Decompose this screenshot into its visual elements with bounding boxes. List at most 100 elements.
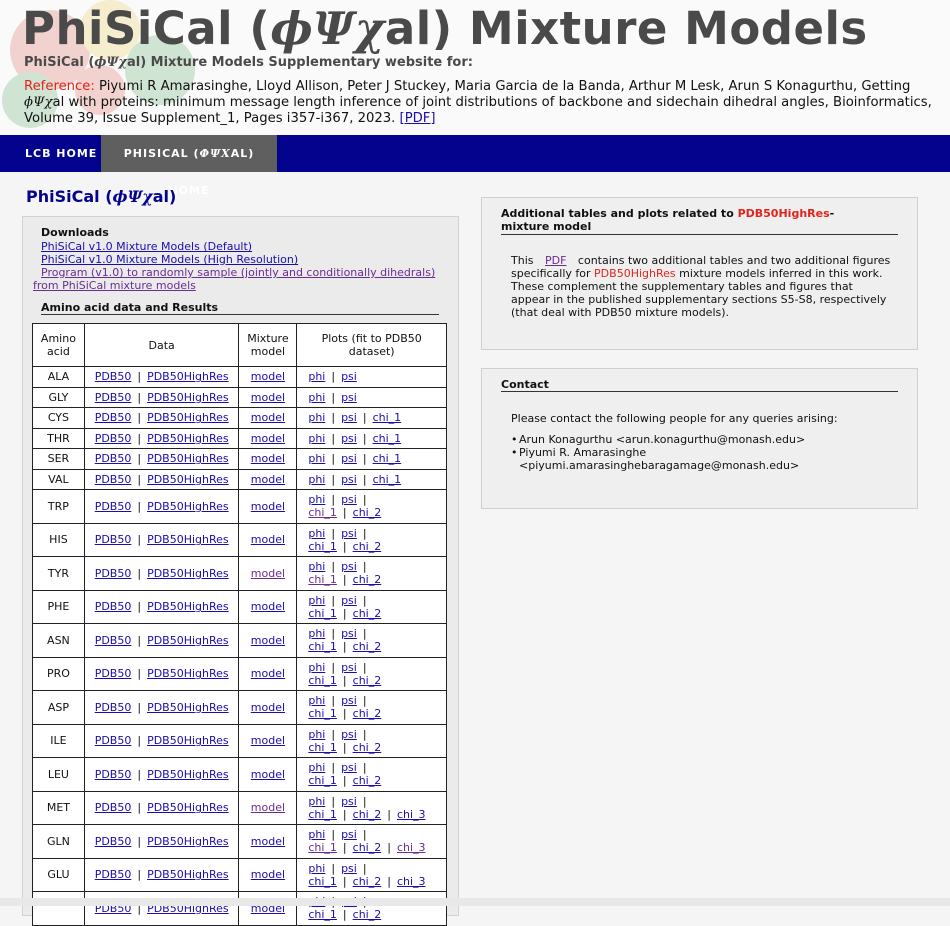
pdb50highres-link[interactable]: PDB50HighRes <box>147 600 229 613</box>
model-link[interactable]: model <box>251 701 285 714</box>
chi1-plot-link[interactable]: chi_1 <box>373 452 402 465</box>
pdb50-link[interactable]: PDB50 <box>95 634 132 647</box>
pdb50-link[interactable]: PDB50 <box>95 768 132 781</box>
phi-plot-link[interactable]: phi <box>308 527 325 540</box>
pdb50-link[interactable]: PDB50 <box>95 701 132 714</box>
phi-plot-link[interactable]: phi <box>308 661 325 674</box>
pdb50highres-link[interactable]: PDB50HighRes <box>147 391 229 404</box>
reference-pdf-link[interactable]: [PDF] <box>400 111 436 126</box>
model-link[interactable]: model <box>251 600 285 613</box>
chi3-plot-link[interactable]: chi_3 <box>397 841 426 854</box>
pdb50highres-link[interactable]: PDB50HighRes <box>147 701 229 714</box>
pdb50highres-link[interactable]: PDB50HighRes <box>147 432 229 445</box>
psi-plot-link[interactable]: psi <box>341 560 357 573</box>
chi2-plot-link[interactable]: chi_2 <box>353 707 382 720</box>
pdb50-link[interactable]: PDB50 <box>95 533 132 546</box>
download-default-link[interactable]: PhiSiCal v1.0 Mixture Models (Default) <box>41 240 252 253</box>
pdb50-link[interactable]: PDB50 <box>95 391 132 404</box>
chi2-plot-link[interactable]: chi_2 <box>353 774 382 787</box>
psi-plot-link[interactable]: psi <box>341 370 357 383</box>
model-link[interactable]: model <box>251 432 285 445</box>
chi2-plot-link[interactable]: chi_2 <box>353 640 382 653</box>
model-link[interactable]: model <box>251 835 285 848</box>
model-link[interactable]: model <box>251 567 285 580</box>
chi3-plot-link[interactable]: chi_3 <box>397 808 426 821</box>
phi-plot-link[interactable]: phi <box>308 473 325 486</box>
model-link[interactable]: model <box>251 768 285 781</box>
chi2-plot-link[interactable]: chi_2 <box>353 875 382 888</box>
phi-plot-link[interactable]: phi <box>308 828 325 841</box>
model-link[interactable]: model <box>251 500 285 513</box>
model-link[interactable]: model <box>251 473 285 486</box>
chi1-plot-link[interactable]: chi_1 <box>308 640 337 653</box>
chi2-plot-link[interactable]: chi_2 <box>353 908 382 921</box>
chi1-plot-link[interactable]: chi_1 <box>373 432 402 445</box>
psi-plot-link[interactable]: psi <box>341 473 357 486</box>
model-link[interactable]: model <box>251 634 285 647</box>
psi-plot-link[interactable]: psi <box>341 527 357 540</box>
pdb50highres-link[interactable]: PDB50HighRes <box>147 370 229 383</box>
chi2-plot-link[interactable]: chi_2 <box>353 841 382 854</box>
phi-plot-link[interactable]: phi <box>308 452 325 465</box>
model-link[interactable]: model <box>251 533 285 546</box>
model-link[interactable]: model <box>251 370 285 383</box>
chi1-plot-link[interactable]: chi_1 <box>373 473 402 486</box>
model-link[interactable]: model <box>251 734 285 747</box>
chi1-plot-link[interactable]: chi_1 <box>308 707 337 720</box>
pdb50highres-link[interactable]: PDB50HighRes <box>147 835 229 848</box>
pdb50-link[interactable]: PDB50 <box>95 432 132 445</box>
pdb50-link[interactable]: PDB50 <box>95 452 132 465</box>
phi-plot-link[interactable]: phi <box>308 594 325 607</box>
psi-plot-link[interactable]: psi <box>341 728 357 741</box>
pdb50highres-link[interactable]: PDB50HighRes <box>147 411 229 424</box>
model-link[interactable]: model <box>251 452 285 465</box>
phi-plot-link[interactable]: phi <box>308 694 325 707</box>
chi2-plot-link[interactable]: chi_2 <box>353 741 382 754</box>
pdb50highres-link[interactable]: PDB50HighRes <box>147 868 229 881</box>
chi1-plot-link[interactable]: chi_1 <box>308 808 337 821</box>
pdb50highres-link[interactable]: PDB50HighRes <box>147 473 229 486</box>
psi-plot-link[interactable]: psi <box>341 627 357 640</box>
chi1-plot-link[interactable]: chi_1 <box>308 674 337 687</box>
phi-plot-link[interactable]: phi <box>308 391 325 404</box>
chi2-plot-link[interactable]: chi_2 <box>353 808 382 821</box>
chi1-plot-link[interactable]: chi_1 <box>308 506 337 519</box>
pdb50highres-link[interactable]: PDB50HighRes <box>147 452 229 465</box>
phi-plot-link[interactable]: phi <box>308 795 325 808</box>
pdb50-link[interactable]: PDB50 <box>95 667 132 680</box>
pdb50highres-link[interactable]: PDB50HighRes <box>147 801 229 814</box>
highres-pdf-link[interactable]: PDF <box>545 254 566 267</box>
model-link[interactable]: model <box>251 411 285 424</box>
chi2-plot-link[interactable]: chi_2 <box>353 573 382 586</box>
chi1-plot-link[interactable]: chi_1 <box>308 908 337 921</box>
phi-plot-link[interactable]: phi <box>308 370 325 383</box>
download-highres-link[interactable]: PhiSiCal v1.0 Mixture Models (High Resol… <box>41 253 298 266</box>
pdb50-link[interactable]: PDB50 <box>95 801 132 814</box>
pdb50highres-link[interactable]: PDB50HighRes <box>147 634 229 647</box>
chi2-plot-link[interactable]: chi_2 <box>353 540 382 553</box>
phi-plot-link[interactable]: phi <box>308 627 325 640</box>
download-program-link-cont[interactable]: from PhiSiCal mixture models <box>33 279 196 292</box>
psi-plot-link[interactable]: psi <box>341 432 357 445</box>
chi1-plot-link[interactable]: chi_1 <box>308 540 337 553</box>
psi-plot-link[interactable]: psi <box>341 694 357 707</box>
psi-plot-link[interactable]: psi <box>341 452 357 465</box>
pdb50-link[interactable]: PDB50 <box>95 835 132 848</box>
phi-plot-link[interactable]: phi <box>308 432 325 445</box>
chi1-plot-link[interactable]: chi_1 <box>308 875 337 888</box>
pdb50-link[interactable]: PDB50 <box>95 411 132 424</box>
psi-plot-link[interactable]: psi <box>341 594 357 607</box>
chi2-plot-link[interactable]: chi_2 <box>353 674 382 687</box>
download-program-link[interactable]: Program (v1.0) to randomly sample (joint… <box>41 266 435 279</box>
phi-plot-link[interactable]: phi <box>308 411 325 424</box>
psi-plot-link[interactable]: psi <box>341 493 357 506</box>
chi3-plot-link[interactable]: chi_3 <box>397 875 426 888</box>
psi-plot-link[interactable]: psi <box>341 795 357 808</box>
chi1-plot-link[interactable]: chi_1 <box>308 774 337 787</box>
nav-lcb-home[interactable]: LCB HOME <box>13 135 109 172</box>
psi-plot-link[interactable]: psi <box>341 761 357 774</box>
pdb50highres-link[interactable]: PDB50HighRes <box>147 567 229 580</box>
chi1-plot-link[interactable]: chi_1 <box>308 573 337 586</box>
pdb50highres-link[interactable]: PDB50HighRes <box>147 667 229 680</box>
pdb50-link[interactable]: PDB50 <box>95 734 132 747</box>
